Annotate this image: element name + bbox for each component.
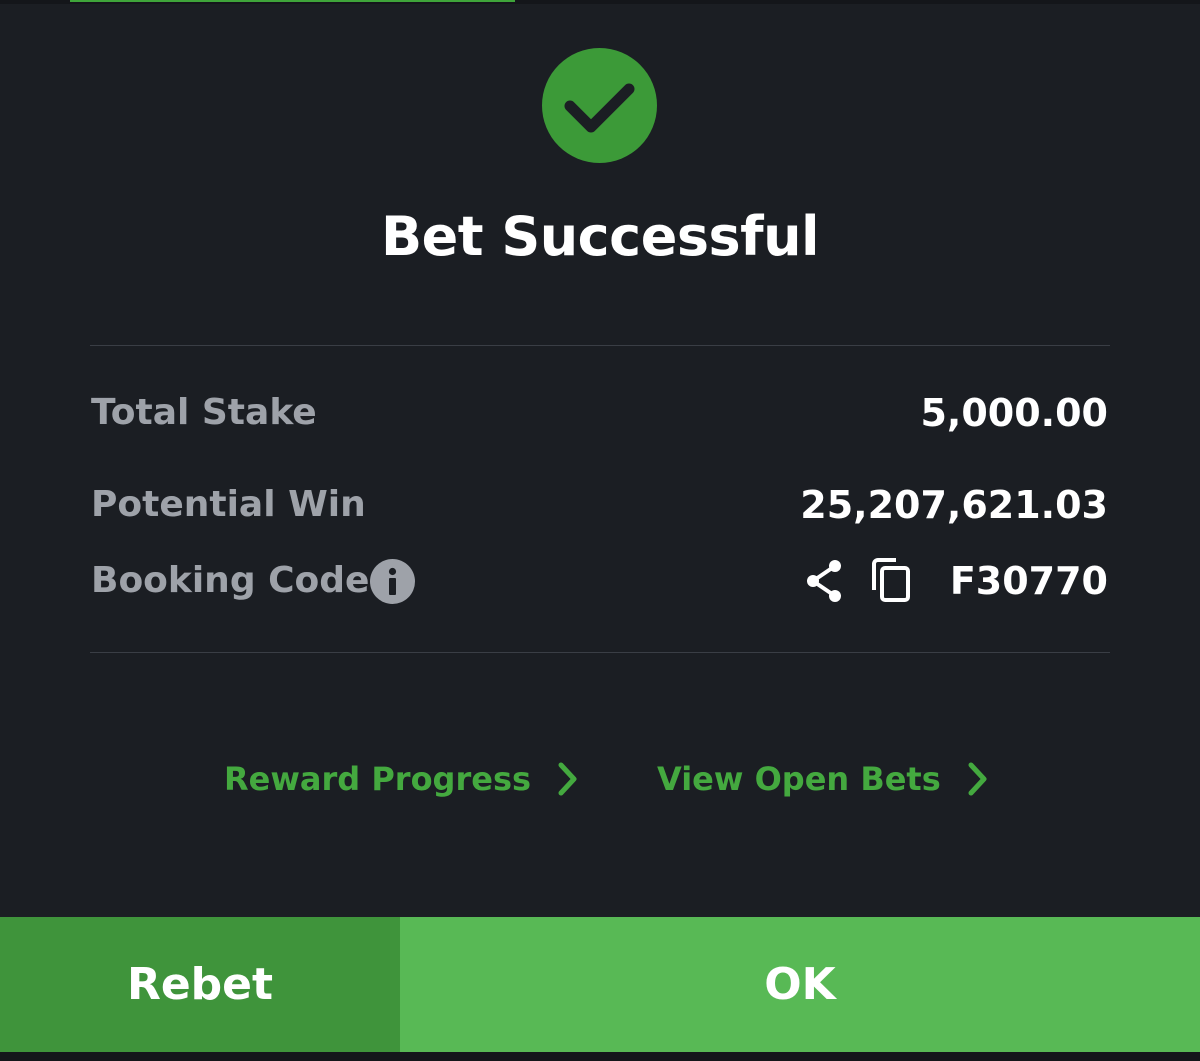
booking-code-value: F30770 [949, 559, 1108, 603]
info-icon[interactable] [370, 559, 415, 604]
total-stake-label: Total Stake [91, 392, 317, 433]
ok-button[interactable]: OK [400, 917, 1200, 1052]
potential-win-label: Potential Win [91, 484, 366, 525]
reward-progress-label: Reward Progress [224, 760, 532, 798]
total-stake-value: 5,000.00 [920, 391, 1108, 435]
copy-icon[interactable] [870, 556, 914, 604]
divider-top [90, 345, 1110, 346]
bottom-edge [0, 1052, 1200, 1061]
booking-code-label: Booking Code [91, 560, 370, 601]
view-open-bets-label: View Open Bets [657, 760, 941, 798]
reward-progress-link[interactable]: Reward Progress [224, 760, 579, 798]
top-progress-bar [70, 0, 515, 2]
divider-bottom [90, 652, 1110, 653]
chevron-right-icon [968, 762, 987, 796]
potential-win-value: 25,207,621.03 [800, 483, 1108, 527]
view-open-bets-link[interactable]: View Open Bets [657, 760, 989, 798]
page-title: Bet Successful [380, 205, 820, 268]
share-icon[interactable] [801, 556, 847, 606]
check-circle-icon [542, 48, 657, 163]
bet-success-screen: Bet Successful Total Stake 5,000.00 Pote… [0, 0, 1200, 1061]
rebet-button[interactable]: Rebet [0, 917, 400, 1052]
chevron-right-icon [558, 762, 577, 796]
